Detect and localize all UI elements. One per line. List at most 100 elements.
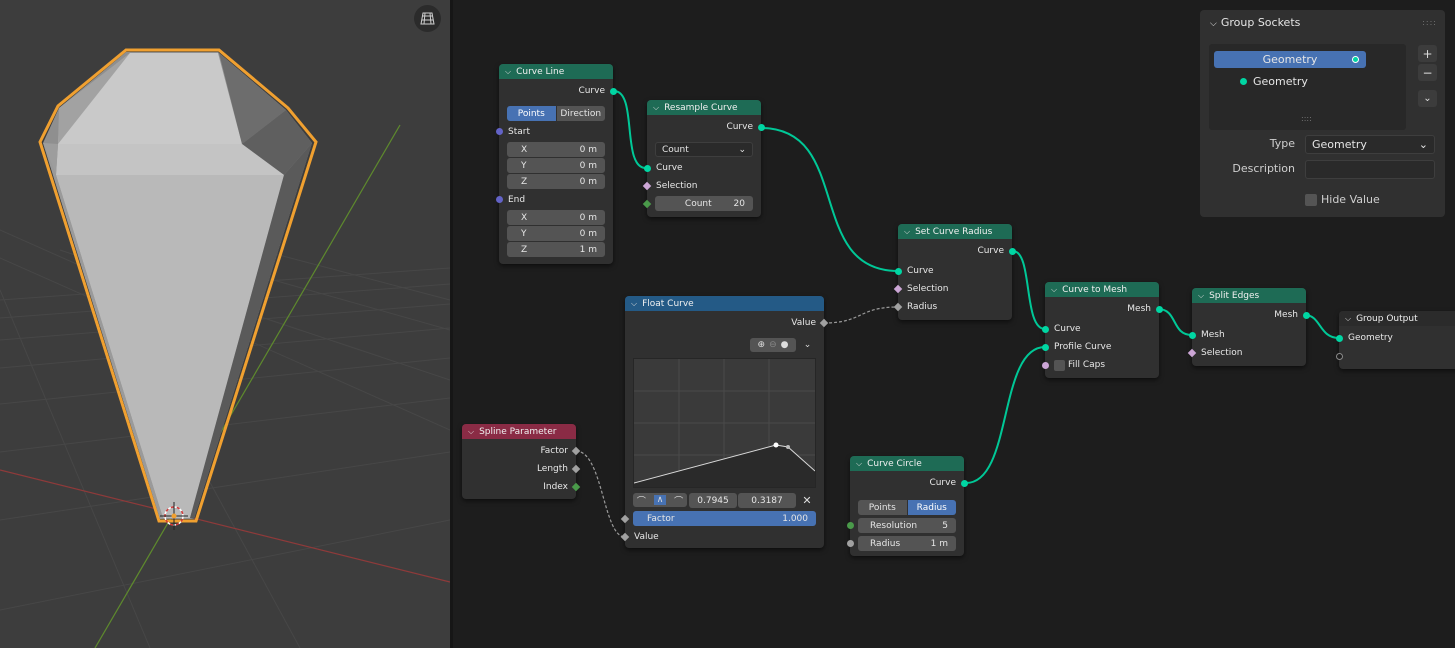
- output-index: Index: [543, 482, 568, 492]
- socket-item[interactable]: Geometry: [1214, 73, 1366, 90]
- chevron-down-icon[interactable]: ⌵: [631, 299, 637, 309]
- input-mesh: Mesh: [1201, 330, 1225, 340]
- socket-mesh-out[interactable]: [1303, 312, 1310, 319]
- description-input[interactable]: [1305, 160, 1435, 179]
- chevron-down-icon[interactable]: ⌵: [1198, 291, 1204, 301]
- chevron-down-icon[interactable]: ⌵: [653, 103, 659, 113]
- free-handle-icon: ⌒: [674, 496, 684, 507]
- socket-curve-out[interactable]: [961, 480, 968, 487]
- node-header[interactable]: ⌵ Group Output: [1339, 311, 1455, 326]
- node-header[interactable]: ⌵ Resample Curve: [647, 100, 761, 115]
- drag-handle-icon[interactable]: ::::: [1422, 18, 1437, 27]
- node-header[interactable]: ⌵ Curve Circle: [850, 456, 964, 471]
- chevron-down-icon[interactable]: ⌵: [468, 427, 474, 437]
- node-header[interactable]: ⌵ Float Curve: [625, 296, 824, 311]
- socket-mesh-in[interactable]: [1189, 332, 1196, 339]
- mode-direction[interactable]: Direction: [556, 106, 605, 121]
- socket-curve-out[interactable]: [1009, 248, 1016, 255]
- panel-title[interactable]: ⌵ Group Sockets: [1210, 16, 1300, 29]
- node-title: Curve to Mesh: [1062, 284, 1128, 295]
- input-selection: Selection: [1201, 348, 1243, 358]
- mode-toggle[interactable]: Points Radius: [858, 500, 956, 515]
- socket-end-in[interactable]: [496, 196, 503, 203]
- node-curve-line[interactable]: ⌵ Curve Line Curve Points Direction Start…: [496, 64, 617, 264]
- vector-handle-icon: ∧: [653, 495, 667, 505]
- chevron-down-icon[interactable]: ⌵: [1051, 285, 1057, 295]
- socket-curve-in[interactable]: [1042, 326, 1049, 333]
- node-header[interactable]: ⌵ Spline Parameter: [462, 424, 576, 439]
- viewport-scene: [0, 48, 450, 648]
- output-value: Value: [791, 318, 816, 328]
- chevron-down-icon[interactable]: ⌵: [904, 227, 910, 237]
- curve-view-tools[interactable]: ⊕ ⊖ ●: [750, 338, 796, 352]
- resolution-field[interactable]: Resolution 5: [858, 518, 956, 533]
- input-selection: Selection: [907, 284, 949, 294]
- add-socket-button[interactable]: +: [1418, 45, 1437, 62]
- mode-points[interactable]: Points: [858, 500, 908, 515]
- hide-value-checkbox[interactable]: [1305, 194, 1317, 206]
- socket-mesh-out[interactable]: [1156, 306, 1163, 313]
- start-x-field[interactable]: X0 m: [507, 142, 605, 157]
- mode-toggle[interactable]: Points Direction: [507, 106, 605, 121]
- radius-field[interactable]: Radius 1 m: [858, 536, 956, 551]
- socket-curve-in[interactable]: [895, 268, 902, 275]
- node-curve-to-mesh[interactable]: ⌵ Curve to Mesh Mesh Curve Profile Curve …: [1042, 282, 1163, 378]
- mode-radius[interactable]: Radius: [907, 500, 956, 515]
- fill-caps-label: Fill Caps: [1068, 360, 1106, 370]
- grid-icon[interactable]: [414, 5, 441, 32]
- socket-menu-chevron-icon[interactable]: ⌄: [1418, 90, 1437, 107]
- output-curve: Curve: [929, 478, 956, 488]
- curve-options-chevron-icon[interactable]: ⌄: [799, 338, 816, 352]
- fill-caps-checkbox[interactable]: [1054, 360, 1065, 371]
- chevron-down-icon[interactable]: ⌵: [856, 459, 862, 469]
- delete-point-close-icon[interactable]: ✕: [798, 493, 816, 507]
- count-field[interactable]: Count 20: [655, 196, 753, 211]
- node-header[interactable]: ⌵ Set Curve Radius: [898, 224, 1012, 239]
- remove-socket-button[interactable]: −: [1418, 64, 1437, 81]
- handle-type-buttons[interactable]: ⌒ ∧ ⌒: [633, 493, 687, 507]
- 3d-viewport[interactable]: [0, 0, 450, 648]
- mode-points[interactable]: Points: [507, 106, 557, 121]
- start-z-field[interactable]: Z0 m: [507, 174, 605, 189]
- end-x-field[interactable]: X0 m: [507, 210, 605, 225]
- node-split-edges[interactable]: ⌵ Split Edges Mesh Mesh Selection: [1187, 288, 1310, 366]
- node-set-curve-radius[interactable]: ⌵ Set Curve Radius Curve Curve Selection …: [893, 224, 1016, 320]
- node-header[interactable]: ⌵ Curve Line: [499, 64, 613, 79]
- node-resample-curve[interactable]: ⌵ Resample Curve Curve Count ⌄ Curve Selec…: [642, 100, 765, 217]
- factor-slider[interactable]: Factor 1.000: [633, 511, 816, 526]
- node-float-curve[interactable]: ⌵ Float Curve Value ⊕ ⊖ ● ⌄ ⌒ ∧ ⌒ 0.7945 0.31…: [620, 296, 829, 548]
- node-curve-circle[interactable]: ⌵ Curve Circle Curve Points Radius Resolu…: [847, 456, 968, 556]
- curve-graph[interactable]: [633, 359, 816, 487]
- socket-profile-in[interactable]: [1042, 344, 1049, 351]
- curve-mapping-widget[interactable]: [633, 358, 816, 488]
- socket-item-selected[interactable]: Geometry: [1214, 51, 1366, 68]
- node-header[interactable]: ⌵ Curve to Mesh: [1045, 282, 1159, 297]
- point-y-field[interactable]: 0.3187: [738, 493, 796, 508]
- node-spline-parameter[interactable]: ⌵ Spline Parameter Factor Length Index: [462, 424, 581, 499]
- start-y-field[interactable]: Y0 m: [507, 158, 605, 173]
- socket-list[interactable]: Geometry Geometry ::::: [1209, 44, 1406, 130]
- chevron-down-icon[interactable]: ⌵: [505, 67, 511, 77]
- socket-geometry-in[interactable]: [1336, 335, 1343, 342]
- list-resize-grip-icon[interactable]: ::::: [1301, 114, 1312, 123]
- hide-value-label: Hide Value: [1321, 193, 1380, 206]
- socket-curve-in[interactable]: [644, 165, 651, 172]
- socket-fill-caps-in[interactable]: [1042, 362, 1049, 369]
- socket-resolution-in[interactable]: [847, 522, 854, 529]
- type-dropdown[interactable]: Geometry ⌄: [1305, 135, 1435, 154]
- input-geometry: Geometry: [1348, 333, 1393, 343]
- mode-dropdown[interactable]: Count ⌄: [655, 142, 753, 157]
- chevron-down-icon[interactable]: ⌵: [1345, 314, 1351, 324]
- socket-curve-out[interactable]: [758, 124, 765, 131]
- node-group-output[interactable]: ⌵ Group Output Geometry: [1336, 311, 1455, 369]
- socket-curve-out[interactable]: [610, 88, 617, 95]
- node-header[interactable]: ⌵ Split Edges: [1192, 288, 1306, 303]
- output-curve: Curve: [977, 246, 1004, 256]
- point-x-field[interactable]: 0.7945: [689, 493, 737, 508]
- end-z-field[interactable]: Z1 m: [507, 242, 605, 257]
- socket-radius-in[interactable]: [847, 540, 854, 547]
- node-title: Group Output: [1356, 313, 1418, 324]
- socket-start-in[interactable]: [496, 128, 503, 135]
- socket-empty-in[interactable]: [1336, 353, 1343, 360]
- end-y-field[interactable]: Y0 m: [507, 226, 605, 241]
